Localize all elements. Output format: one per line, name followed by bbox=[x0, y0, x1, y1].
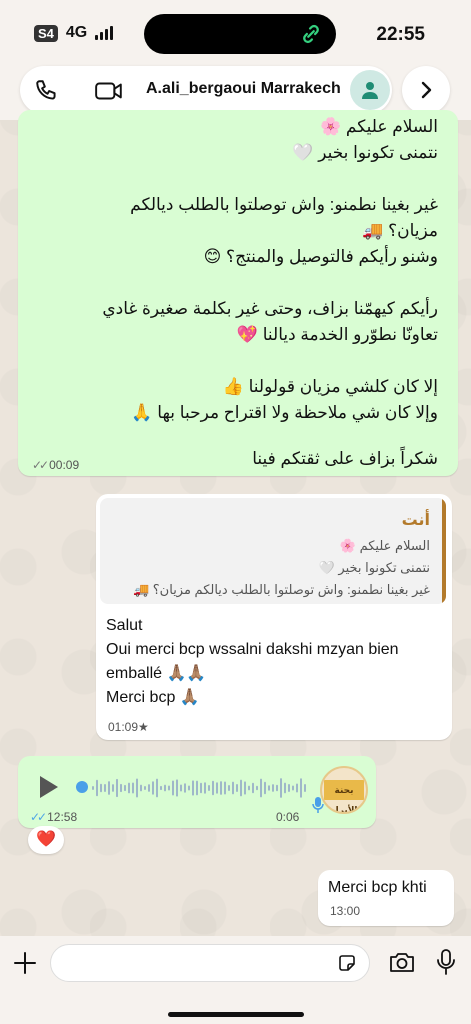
message-bubble-reply[interactable]: أنت السلام عليكم 🌸 نتمنى تكونوا بخير 🤍 غ… bbox=[96, 494, 452, 740]
message-line: نتمنى تكونوا بخير 🤍 bbox=[292, 143, 438, 162]
status-bar: S4 4G 22:55 bbox=[0, 0, 471, 64]
message-time: 01:09★ bbox=[108, 720, 149, 734]
sticker-icon[interactable] bbox=[337, 953, 357, 973]
network-type: 4G bbox=[65, 24, 88, 41]
sender-avatar: بحنة الأبرار bbox=[320, 766, 368, 814]
quote-line: نتمنى تكونوا بخير 🤍 bbox=[318, 560, 430, 575]
status-left: S4 4G bbox=[34, 24, 114, 42]
quote-author: أنت bbox=[401, 512, 430, 529]
dynamic-island bbox=[144, 14, 336, 54]
audio-waveform[interactable] bbox=[92, 774, 306, 802]
message-line: السلام عليكم 🌸 bbox=[320, 117, 438, 136]
plus-icon[interactable] bbox=[12, 950, 38, 976]
voice-message-bubble[interactable]: بحنة الأبرار ✓✓ 12:58 0:06 bbox=[18, 756, 376, 828]
message-time: 13:00 bbox=[330, 904, 361, 918]
quote-accent-bar bbox=[442, 498, 446, 604]
composer-bar bbox=[0, 936, 471, 1024]
camera-icon[interactable] bbox=[388, 950, 416, 974]
message-line: غير بغينا نطمنو: واش توصلتوا بالطلب ديال… bbox=[130, 195, 438, 214]
double-check-icon: ✓✓ bbox=[30, 810, 47, 824]
message-bubble-outgoing[interactable]: Merci bcp khti 13:00 bbox=[318, 870, 454, 926]
message-line: وإلا كان شي ملاحظة ولا اقتراح مرحبا بها … bbox=[131, 403, 438, 422]
quote-line: السلام عليكم 🌸 bbox=[339, 538, 430, 553]
quoted-message[interactable]: أنت السلام عليكم 🌸 نتمنى تكونوا بخير 🤍 غ… bbox=[100, 498, 446, 604]
message-time: 12:58 bbox=[47, 810, 78, 824]
mic-icon bbox=[312, 797, 324, 813]
message-line: Merci bcp 🙏🏽 bbox=[106, 689, 200, 706]
message-line: رأيكم كيهمّنا بزاف، وحتى غير بكلمة صغيرة… bbox=[102, 299, 438, 318]
message-line: تعاونّا نطوّرو الخدمة ديالنا 💖 bbox=[236, 325, 438, 344]
contact-name[interactable]: A.ali_bergaoui Marrakech bbox=[146, 80, 341, 98]
microphone-icon[interactable] bbox=[436, 948, 456, 976]
chevron-right-button[interactable] bbox=[402, 66, 450, 114]
phone-icon[interactable] bbox=[34, 78, 60, 104]
message-meta: ✓✓ 00:09 bbox=[32, 458, 79, 472]
voice-meta: ✓✓ 12:58 bbox=[30, 810, 77, 824]
message-text: Merci bcp khti bbox=[328, 879, 427, 896]
message-line: وشنو رأيكم فالتوصيل والمنتج؟ 😊 bbox=[203, 247, 438, 266]
message-line: emballé 🙏🏽🙏🏽 bbox=[106, 665, 207, 682]
message-bubble-incoming[interactable]: السلام عليكم 🌸 نتمنى تكونوا بخير 🤍 غير ب… bbox=[18, 110, 458, 476]
playback-scrubber[interactable] bbox=[76, 781, 88, 793]
message-line: مزيان؟ 🚚 bbox=[362, 221, 438, 240]
sim-badge: S4 bbox=[34, 24, 58, 42]
quote-line: غير بغينا نطمنو: واش توصلتوا بالطلب ديال… bbox=[132, 582, 430, 597]
avatar-logo-text: بحنة الأبرار bbox=[324, 780, 364, 812]
message-time: 00:09 bbox=[49, 458, 80, 472]
video-call-icon[interactable] bbox=[94, 78, 124, 104]
status-time: 22:55 bbox=[376, 24, 425, 45]
play-icon[interactable] bbox=[40, 776, 58, 798]
message-line: Salut bbox=[106, 617, 143, 634]
message-input[interactable] bbox=[50, 944, 370, 982]
person-icon bbox=[362, 82, 378, 99]
contact-avatar[interactable] bbox=[350, 70, 390, 110]
message-line: شكراً بزاف على ثقتكم فينا bbox=[252, 449, 438, 468]
link-icon bbox=[303, 24, 319, 44]
message-line: إلا كان كلشي مزيان قولولنا 👍 bbox=[222, 377, 438, 396]
signal-icon bbox=[95, 26, 114, 40]
chevron-right-icon bbox=[421, 81, 432, 99]
heart-reaction[interactable]: ❤️ bbox=[28, 826, 64, 854]
voice-duration: 0:06 bbox=[276, 810, 300, 824]
message-line: Oui merci bcp wssalni dakshi mzyan bien bbox=[106, 641, 399, 658]
home-indicator bbox=[168, 1012, 304, 1017]
header-pill: A.ali_bergaoui Marrakech bbox=[20, 66, 392, 114]
double-check-icon: ✓✓ bbox=[32, 458, 49, 472]
